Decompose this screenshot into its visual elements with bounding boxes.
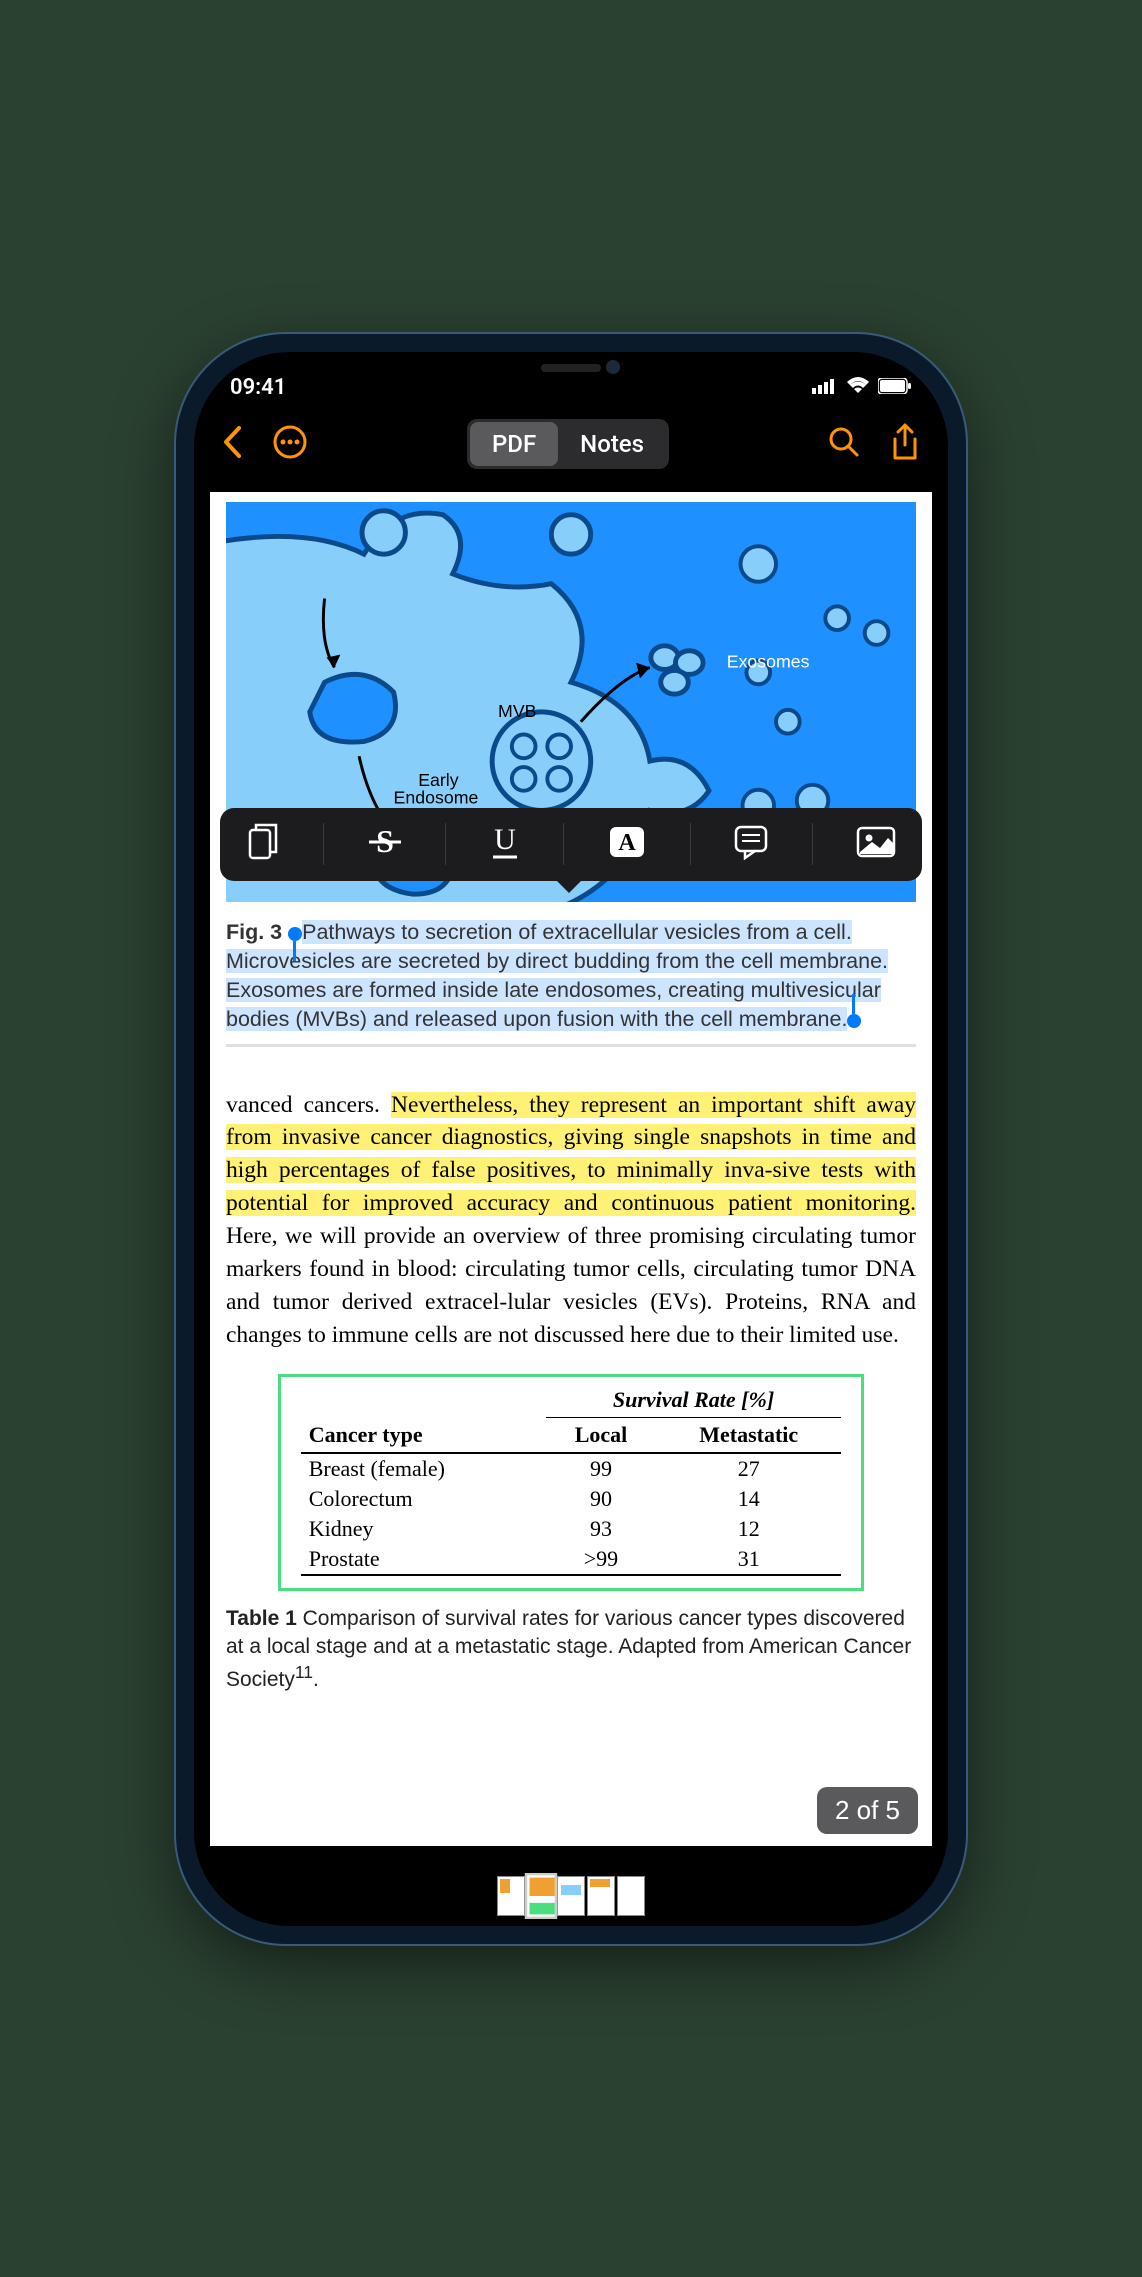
phone-screen: 09:41 <box>194 352 948 1926</box>
selection-context-menu: S U A <box>220 808 922 881</box>
svg-text:U: U <box>494 823 516 856</box>
body-paragraph[interactable]: vanced cancers. Nevertheless, they repre… <box>226 1089 916 1352</box>
copy-action[interactable] <box>236 822 290 867</box>
view-segmented-control[interactable]: PDF Notes <box>467 419 669 469</box>
tab-pdf[interactable]: PDF <box>470 422 558 466</box>
body-posttext: Here, we will provide an overview of thr… <box>226 1223 916 1348</box>
table-caption-text: Comparison of survival rates for various… <box>226 1607 911 1692</box>
page-thumb-2[interactable] <box>525 1873 557 1919</box>
image-action[interactable] <box>846 826 906 863</box>
table-row: Breast (female)9927 <box>301 1453 842 1484</box>
top-toolbar: PDF Notes <box>194 408 948 480</box>
page-thumb-5[interactable] <box>617 1876 645 1916</box>
selected-text[interactable]: Pathways to secretion of extracellular v… <box>226 920 888 1031</box>
underline-action[interactable]: U <box>479 823 531 866</box>
phone-frame: 09:41 <box>176 334 966 1944</box>
comment-action[interactable] <box>723 824 779 865</box>
cellular-icon <box>812 375 838 400</box>
table-label: Table 1 <box>226 1607 303 1630</box>
selection-start-handle[interactable] <box>288 927 302 941</box>
share-button[interactable] <box>890 423 920 465</box>
selection-end-handle[interactable] <box>847 1014 861 1028</box>
th-metastatic: Metastatic <box>656 1417 841 1453</box>
body-pretext: vanced cancers. <box>226 1092 391 1118</box>
svg-text:Exosomes: Exosomes <box>727 651 810 671</box>
page-indicator[interactable]: 2 of 5 <box>817 1787 918 1834</box>
figure-caption[interactable]: Fig. 3 Pathways to secretion of extracel… <box>226 918 916 1047</box>
strikethrough-action[interactable]: S <box>357 824 413 865</box>
figure-label: Fig. 3 <box>226 920 288 944</box>
page-thumbnail-strip[interactable] <box>194 1876 948 1916</box>
survival-table: Cancer type Survival Rate [%] Local Meta… <box>301 1383 842 1584</box>
svg-text:MVB: MVB <box>498 700 536 720</box>
th-local: Local <box>546 1417 656 1453</box>
more-options-button[interactable] <box>272 424 308 464</box>
battery-icon <box>878 375 912 400</box>
svg-text:Endosome: Endosome <box>394 787 479 807</box>
highlight-action[interactable]: A <box>597 824 657 865</box>
search-button[interactable] <box>828 426 860 462</box>
status-time: 09:41 <box>230 375 286 400</box>
table-highlight-box[interactable]: Cancer type Survival Rate [%] Local Meta… <box>278 1374 865 1591</box>
page-thumb-1[interactable] <box>497 1876 525 1916</box>
tab-notes[interactable]: Notes <box>558 422 666 466</box>
th-cancer-type: Cancer type <box>301 1383 546 1453</box>
svg-text:A: A <box>618 830 636 856</box>
pdf-content[interactable]: MVB Early Endosome Exosomes S U <box>210 492 932 1846</box>
back-button[interactable] <box>222 425 242 463</box>
table-row: Prostate>9931 <box>301 1544 842 1575</box>
table-row: Kidney9312 <box>301 1514 842 1544</box>
page-thumb-4[interactable] <box>587 1876 615 1916</box>
table-row: Colorectum9014 <box>301 1484 842 1514</box>
page-thumb-3[interactable] <box>557 1876 585 1916</box>
table-caption-sup: 11 <box>295 1662 313 1682</box>
wifi-icon <box>846 375 870 400</box>
notch <box>466 352 676 386</box>
table-caption[interactable]: Table 1 Comparison of survival rates for… <box>226 1605 916 1695</box>
th-survival-rate: Survival Rate [%] <box>546 1383 841 1418</box>
